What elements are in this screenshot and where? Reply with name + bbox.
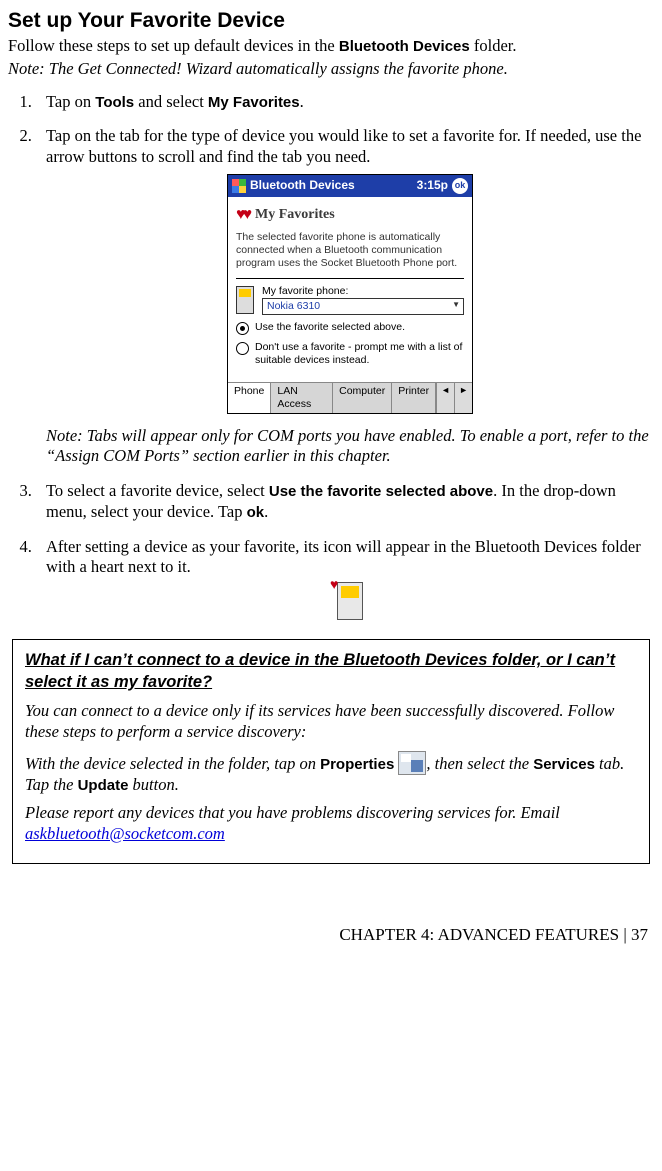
ppc-header: ♥♥ My Favorites	[236, 205, 464, 225]
ppc-titlebar: Bluetooth Devices 3:15p ok	[228, 175, 472, 197]
intro-a: Follow these steps to set up default dev…	[8, 36, 339, 55]
step2-text: Tap on the tab for the type of device yo…	[46, 126, 641, 166]
radio1-label: Use the favorite selected above.	[255, 321, 405, 334]
ts-update: Update	[78, 777, 129, 794]
phone-icon	[236, 286, 254, 314]
page-title: Set up Your Favorite Device	[8, 8, 654, 34]
ppc-time: 3:15p	[417, 178, 448, 193]
radio-icon	[236, 342, 249, 355]
email-link[interactable]: askbluetooth@socketcom.com	[25, 824, 225, 843]
step1-tools: Tools	[95, 94, 134, 111]
radio-dont-use-favorite[interactable]: Don't use a favorite - prompt me with a …	[236, 341, 464, 367]
step3-a: To select a favorite device, select	[46, 481, 269, 500]
intro-text: Follow these steps to set up default dev…	[8, 36, 654, 57]
radio-use-favorite[interactable]: Use the favorite selected above.	[236, 321, 464, 335]
properties-icon	[398, 751, 426, 775]
ppc-header-text: My Favorites	[255, 206, 335, 224]
radio2-label: Don't use a favorite - prompt me with a …	[255, 341, 464, 367]
intro-bold: Bluetooth Devices	[339, 38, 470, 55]
step1-c: .	[300, 92, 304, 111]
step-4: After setting a device as your favorite,…	[36, 537, 654, 626]
step3-c: .	[264, 502, 268, 521]
step-1: Tap on Tools and select My Favorites.	[36, 92, 654, 113]
troubleshoot-p1: You can connect to a device only if its …	[25, 701, 637, 742]
step3-opt: Use the favorite selected above	[269, 483, 493, 500]
ts-p3a: Please report any devices that you have …	[25, 803, 560, 822]
step4-text: After setting a device as your favorite,…	[46, 537, 641, 577]
step2-note: Note: Tabs will appear only for COM port…	[46, 426, 654, 467]
ts-p2a: With the device selected in the folder, …	[25, 754, 320, 773]
favorite-device-icon	[337, 582, 363, 620]
step-list: Tap on Tools and select My Favorites. Ta…	[8, 92, 654, 626]
intro-b: folder.	[470, 36, 517, 55]
tab-printer[interactable]: Printer	[392, 383, 436, 413]
ppc-screenshot: Bluetooth Devices 3:15p ok ♥♥ My Favorit…	[227, 174, 473, 414]
ok-button[interactable]: ok	[452, 178, 468, 194]
ts-properties: Properties	[320, 756, 394, 773]
ppc-tabs: Phone LAN Access Computer Printer ◄ ►	[228, 382, 472, 413]
ts-p2b: , then s	[426, 754, 473, 773]
ts-p2c: elect the	[474, 754, 534, 773]
tab-scroll-right[interactable]: ►	[454, 383, 472, 413]
page-footer: CHAPTER 4: ADVANCED FEATURES | 37	[8, 924, 654, 945]
radio-icon	[236, 322, 249, 335]
windows-icon	[232, 179, 246, 193]
step1-a: Tap on	[46, 92, 95, 111]
troubleshoot-box: What if I can’t connect to a device in t…	[12, 639, 650, 863]
ppc-title-text: Bluetooth Devices	[250, 178, 355, 193]
tab-phone[interactable]: Phone	[228, 383, 271, 413]
ts-p2e: button.	[128, 775, 178, 794]
tab-computer[interactable]: Computer	[333, 383, 392, 413]
troubleshoot-p3: Please report any devices that you have …	[25, 803, 637, 844]
ts-services: Services	[533, 756, 595, 773]
intro-note: Note: The Get Connected! Wizard automati…	[8, 59, 654, 80]
tab-lan-access[interactable]: LAN Access	[271, 383, 333, 413]
step3-ok: ok	[247, 504, 265, 521]
favorite-phone-select[interactable]: Nokia 6310	[262, 298, 464, 315]
tab-scroll-left[interactable]: ◄	[436, 383, 454, 413]
ppc-description: The selected favorite phone is automatic…	[236, 231, 464, 270]
step1-fav: My Favorites	[208, 94, 300, 111]
troubleshoot-p2: With the device selected in the folder, …	[25, 751, 637, 796]
step1-b: and select	[134, 92, 208, 111]
hearts-icon: ♥♥	[236, 205, 249, 225]
step-2: Tap on the tab for the type of device yo…	[36, 126, 654, 467]
favorite-phone-label: My favorite phone:	[262, 285, 464, 298]
step-3: To select a favorite device, select Use …	[36, 481, 654, 523]
troubleshoot-title: What if I can’t connect to a device in t…	[25, 650, 637, 693]
